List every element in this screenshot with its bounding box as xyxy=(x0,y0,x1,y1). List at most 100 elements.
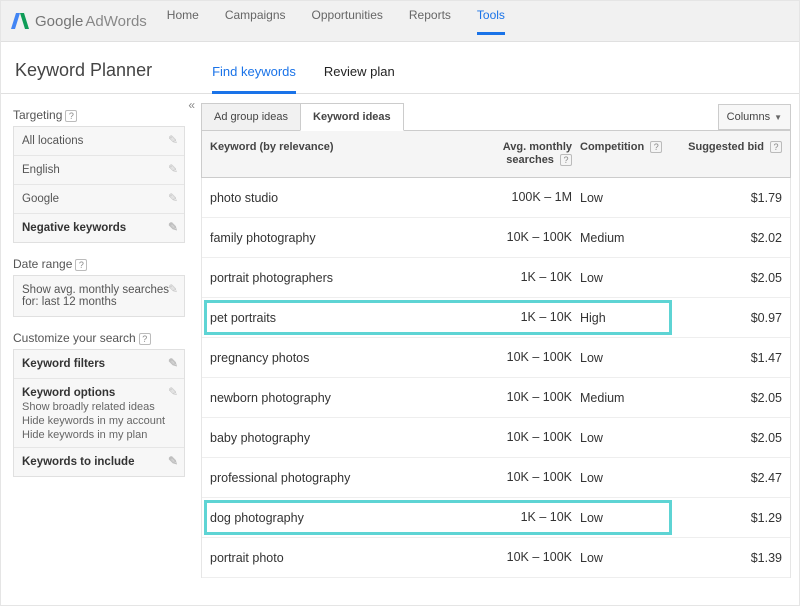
main-area: Ad group ideasKeyword ideas Columns▼ Keyw… xyxy=(193,94,799,578)
keyword-options-label: Keyword options xyxy=(22,387,176,399)
customize-label: Customize your search? xyxy=(13,331,185,345)
cell-keyword: pregnancy photos xyxy=(210,351,480,365)
help-icon[interactable]: ? xyxy=(770,141,782,153)
top-bar: Google AdWords Home Campaigns Opportunitie… xyxy=(1,1,799,42)
cell-competition: Low xyxy=(572,191,672,205)
table-row[interactable]: photo studio100K – 1MLow$1.79 xyxy=(202,178,790,218)
idea-tabs: Ad group ideasKeyword ideas Columns▼ xyxy=(201,102,791,130)
targeting-panel: All locations✎English✎Google✎Negative ke… xyxy=(13,126,185,243)
cell-bid: $1.79 xyxy=(672,191,782,205)
content: « Targeting? All locations✎English✎Googl… xyxy=(1,94,799,578)
nav-campaigns[interactable]: Campaigns xyxy=(225,8,286,34)
cell-searches: 10K – 100K xyxy=(480,390,572,405)
table-row[interactable]: professional photography10K – 100KLow$2.… xyxy=(202,458,790,498)
cell-searches: 1K – 10K xyxy=(480,510,572,525)
table-row[interactable]: pet portraits1K – 10KHigh$0.97 xyxy=(202,298,790,338)
nav-opportunities[interactable]: Opportunities xyxy=(312,8,383,34)
cell-keyword: portrait photo xyxy=(210,551,480,565)
table-row[interactable]: baby photography10K – 100KLow$2.05 xyxy=(202,418,790,458)
targeting-label: Targeting? xyxy=(13,108,185,122)
keyword-options-item[interactable]: Keyword options ✎ Show broadly related i… xyxy=(14,379,184,448)
cell-bid: $0.97 xyxy=(672,311,782,325)
cell-competition: Low xyxy=(572,551,672,565)
nav-reports[interactable]: Reports xyxy=(409,8,451,34)
cell-bid: $2.05 xyxy=(672,391,782,405)
col-competition[interactable]: Competition ? xyxy=(572,141,672,167)
columns-button[interactable]: Columns▼ xyxy=(718,104,791,130)
cell-searches: 10K – 100K xyxy=(480,550,572,565)
cell-keyword: photo studio xyxy=(210,191,480,205)
sidebar: « Targeting? All locations✎English✎Googl… xyxy=(1,94,193,578)
pencil-icon[interactable]: ✎ xyxy=(168,220,178,234)
cell-competition: Low xyxy=(572,431,672,445)
table-row[interactable]: newborn photography10K – 100KMedium$2.05 xyxy=(202,378,790,418)
cell-bid: $2.05 xyxy=(672,431,782,445)
nav-tools[interactable]: Tools xyxy=(477,8,505,34)
targeting-item[interactable]: All locations✎ xyxy=(14,127,184,156)
date-range-panel[interactable]: Show avg. monthly searches for: last 12 … xyxy=(13,275,185,317)
idea-tab-keyword-ideas[interactable]: Keyword ideas xyxy=(300,103,404,131)
col-keyword[interactable]: Keyword (by relevance) xyxy=(210,141,480,167)
pencil-icon[interactable]: ✎ xyxy=(168,133,178,147)
help-icon[interactable]: ? xyxy=(65,110,77,122)
cell-bid: $1.39 xyxy=(672,551,782,565)
idea-tab-ad-group-ideas[interactable]: Ad group ideas xyxy=(201,103,301,131)
adwords-icon xyxy=(11,12,29,30)
targeting-item[interactable]: Google✎ xyxy=(14,185,184,214)
cell-searches: 1K – 10K xyxy=(480,310,572,325)
cell-competition: Low xyxy=(572,511,672,525)
keywords-include-item[interactable]: Keywords to include ✎ xyxy=(14,448,184,476)
collapse-sidebar-icon[interactable]: « xyxy=(188,98,195,112)
cell-competition: Medium xyxy=(572,231,672,245)
tab-find-keywords[interactable]: Find keywords xyxy=(212,64,296,93)
cell-competition: Medium xyxy=(572,391,672,405)
cell-searches: 1K – 10K xyxy=(480,270,572,285)
table-row[interactable]: pregnancy photos10K – 100KLow$1.47 xyxy=(202,338,790,378)
cell-bid: $2.05 xyxy=(672,271,782,285)
cell-keyword: pet portraits xyxy=(210,311,480,325)
table-row[interactable]: portrait photographers1K – 10KLow$2.05 xyxy=(202,258,790,298)
help-icon[interactable]: ? xyxy=(139,333,151,345)
table-row[interactable]: dog photography1K – 10KLow$1.29 xyxy=(202,498,790,538)
help-icon[interactable]: ? xyxy=(560,154,572,166)
pencil-icon[interactable]: ✎ xyxy=(168,356,178,370)
pencil-icon[interactable]: ✎ xyxy=(168,385,178,399)
table-body: photo studio100K – 1MLow$1.79family phot… xyxy=(201,178,791,578)
brand-product: AdWords xyxy=(85,13,146,30)
keyword-option-line: Hide keywords in my account xyxy=(22,415,176,427)
pencil-icon[interactable]: ✎ xyxy=(168,282,178,296)
keyword-filters-item[interactable]: Keyword filters ✎ xyxy=(14,350,184,379)
nav-home[interactable]: Home xyxy=(167,8,199,34)
sub-header: Keyword Planner Find keywords Review plan xyxy=(1,42,799,94)
targeting-item[interactable]: English✎ xyxy=(14,156,184,185)
pencil-icon[interactable]: ✎ xyxy=(168,191,178,205)
cell-keyword: professional photography xyxy=(210,471,480,485)
cell-searches: 10K – 100K xyxy=(480,230,572,245)
chevron-down-icon: ▼ xyxy=(774,113,782,122)
targeting-item[interactable]: Negative keywords✎ xyxy=(14,214,184,242)
tab-review-plan[interactable]: Review plan xyxy=(324,64,395,93)
customize-panel: Keyword filters ✎ Keyword options ✎ Show… xyxy=(13,349,185,477)
cell-competition: Low xyxy=(572,271,672,285)
cell-searches: 10K – 100K xyxy=(480,430,572,445)
col-bid[interactable]: Suggested bid ? xyxy=(672,141,782,167)
table-header: Keyword (by relevance) Avg. monthly sear… xyxy=(201,130,791,178)
table-row[interactable]: family photography10K – 100KMedium$2.02 xyxy=(202,218,790,258)
page-title: Keyword Planner xyxy=(15,60,152,93)
keyword-option-line: Hide keywords in my plan xyxy=(22,429,176,441)
help-icon[interactable]: ? xyxy=(650,141,662,153)
cell-keyword: family photography xyxy=(210,231,480,245)
help-icon[interactable]: ? xyxy=(75,259,87,271)
brand-google: Google xyxy=(35,13,83,30)
cell-keyword: newborn photography xyxy=(210,391,480,405)
cell-searches: 10K – 100K xyxy=(480,470,572,485)
pencil-icon[interactable]: ✎ xyxy=(168,162,178,176)
table-row[interactable]: portrait photo10K – 100KLow$1.39 xyxy=(202,538,790,578)
col-searches[interactable]: Avg. monthly searches ? xyxy=(480,141,572,167)
product-logo: Google AdWords xyxy=(11,12,147,30)
pencil-icon[interactable]: ✎ xyxy=(168,454,178,468)
cell-bid: $2.47 xyxy=(672,471,782,485)
cell-keyword: dog photography xyxy=(210,511,480,525)
keyword-option-line: Show broadly related ideas xyxy=(22,401,176,413)
cell-competition: Low xyxy=(572,351,672,365)
